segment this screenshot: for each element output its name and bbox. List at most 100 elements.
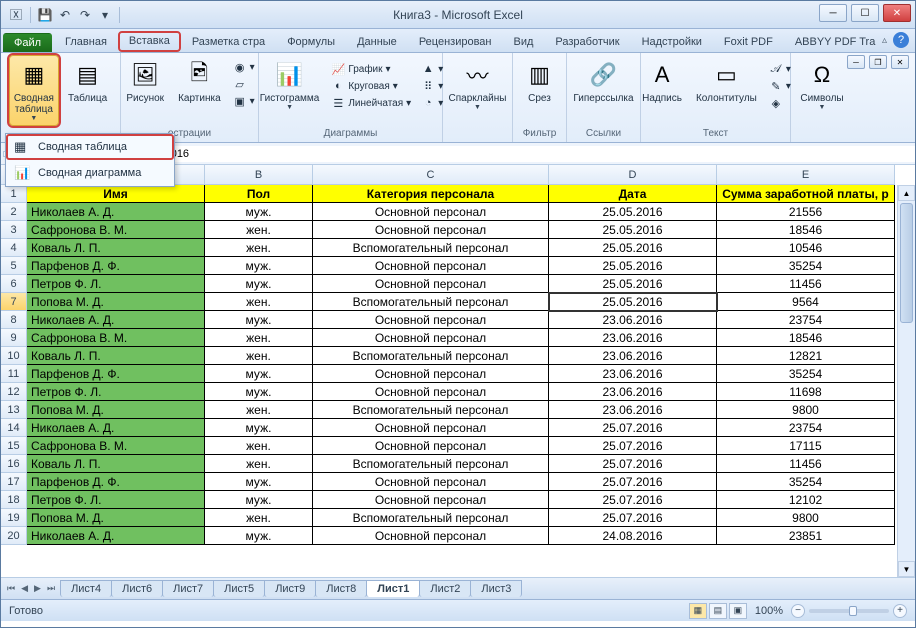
cell[interactable]: 25.05.2016	[549, 293, 717, 311]
cell[interactable]: 25.05.2016	[549, 275, 717, 293]
sheet-tab[interactable]: Лист3	[470, 580, 522, 597]
row-header[interactable]: 7	[1, 293, 27, 311]
line-chart-button[interactable]: 📈График▾	[328, 61, 414, 77]
screenshot-button[interactable]: ▣▾	[230, 93, 258, 109]
cell[interactable]: муж.	[205, 203, 313, 221]
wordart-button[interactable]: 𝒜▾	[766, 61, 794, 77]
cell[interactable]: Основной персонал	[313, 311, 549, 329]
row-header[interactable]: 1	[1, 185, 27, 203]
page-layout-view-button[interactable]: ▤	[709, 603, 727, 619]
cell[interactable]: Основной персонал	[313, 491, 549, 509]
cell[interactable]: Петров Ф. Л.	[27, 275, 205, 293]
row-header[interactable]: 3	[1, 221, 27, 239]
cell[interactable]: Основной персонал	[313, 257, 549, 275]
row-header[interactable]: 6	[1, 275, 27, 293]
help-icon[interactable]: ?	[893, 32, 909, 48]
cell[interactable]: муж.	[205, 383, 313, 401]
cell[interactable]: 23.06.2016	[549, 401, 717, 419]
cell[interactable]: 11698	[717, 383, 895, 401]
cell[interactable]: муж.	[205, 419, 313, 437]
signature-button[interactable]: ✎▾	[766, 78, 794, 94]
ribbon-tab-данные[interactable]: Данные	[346, 32, 408, 52]
cell[interactable]: Сумма заработной платы, р	[717, 185, 895, 203]
table-button[interactable]: ▤ Таблица	[63, 55, 112, 108]
header-footer-button[interactable]: ▭ Колонтитулы	[691, 55, 762, 108]
vertical-scrollbar[interactable]: ▲ ▼	[897, 185, 915, 577]
shapes-button[interactable]: ◉▾	[230, 59, 258, 75]
ribbon-tab-разметка стра[interactable]: Разметка стра	[181, 32, 276, 52]
cell[interactable]: Категория персонала	[313, 185, 549, 203]
zoom-out-button[interactable]: −	[791, 604, 805, 618]
maximize-button[interactable]: ☐	[851, 4, 879, 22]
cell[interactable]: Коваль Л. П.	[27, 239, 205, 257]
cell[interactable]: муж.	[205, 527, 313, 545]
workbook-restore-button[interactable]: ❐	[869, 55, 887, 69]
picture-button[interactable]: 🖼 Рисунок	[121, 55, 169, 108]
cell[interactable]: Парфенов Д. Ф.	[27, 473, 205, 491]
row-header[interactable]: 16	[1, 455, 27, 473]
cell[interactable]: Основной персонал	[313, 419, 549, 437]
cell[interactable]: 9800	[717, 509, 895, 527]
cell[interactable]: Николаев А. Д.	[27, 527, 205, 545]
cell[interactable]: 25.05.2016	[549, 221, 717, 239]
ribbon-tab-формулы[interactable]: Формулы	[276, 32, 346, 52]
cell[interactable]: Петров Ф. Л.	[27, 491, 205, 509]
sheet-tab[interactable]: Лист1	[366, 580, 420, 597]
row-header[interactable]: 9	[1, 329, 27, 347]
cell[interactable]: Вспомогательный персонал	[313, 347, 549, 365]
cell[interactable]: Вспомогательный персонал	[313, 239, 549, 257]
cell[interactable]: Основной персонал	[313, 203, 549, 221]
smartart-button[interactable]: ▱	[230, 76, 258, 92]
pivot-table-button[interactable]: ▦ Сводная таблица ▼	[9, 55, 59, 126]
ribbon-tab-вставка[interactable]: Вставка	[118, 31, 181, 52]
pie-chart-button[interactable]: ◐Круговая▾	[328, 78, 414, 94]
cell[interactable]: жен.	[205, 221, 313, 239]
cell[interactable]: 10546	[717, 239, 895, 257]
cell[interactable]: 35254	[717, 473, 895, 491]
textbox-button[interactable]: A Надпись	[637, 55, 687, 108]
cell[interactable]: 25.07.2016	[549, 473, 717, 491]
column-header-C[interactable]: C	[313, 165, 549, 185]
pivot-chart-menu-item[interactable]: 📊 Сводная диаграмма	[6, 160, 174, 186]
spreadsheet-grid[interactable]: ABCDE 1ИмяПолКатегория персоналаДатаСумм…	[1, 165, 915, 577]
cell[interactable]: Попова М. Д.	[27, 401, 205, 419]
cell[interactable]: муж.	[205, 473, 313, 491]
cell[interactable]: 23851	[717, 527, 895, 545]
cell[interactable]: Николаев А. Д.	[27, 419, 205, 437]
cell[interactable]: 21556	[717, 203, 895, 221]
page-break-view-button[interactable]: ▣	[729, 603, 747, 619]
bar-chart-button[interactable]: ☰Линейчатая▾	[328, 95, 414, 111]
histogram-button[interactable]: 📊 Гистограмма ▼	[255, 55, 325, 115]
cell[interactable]: Попова М. Д.	[27, 509, 205, 527]
row-header[interactable]: 11	[1, 365, 27, 383]
cell[interactable]: 11456	[717, 275, 895, 293]
qat-more-icon[interactable]: ▾	[96, 6, 114, 24]
cell[interactable]: 25.07.2016	[549, 437, 717, 455]
row-header[interactable]: 17	[1, 473, 27, 491]
ribbon-tab-рецензирован[interactable]: Рецензирован	[408, 32, 503, 52]
sheet-tab[interactable]: Лист5	[213, 580, 265, 597]
slicer-button[interactable]: ▥ Срез	[517, 55, 563, 108]
cell[interactable]: 24.08.2016	[549, 527, 717, 545]
cell[interactable]: Парфенов Д. Ф.	[27, 257, 205, 275]
cell[interactable]: Сафронова В. М.	[27, 437, 205, 455]
cell[interactable]: 9800	[717, 401, 895, 419]
ribbon-tab-вид[interactable]: Вид	[503, 32, 545, 52]
cell[interactable]: жен.	[205, 347, 313, 365]
pivot-table-menu-item[interactable]: ▦ Сводная таблица	[6, 134, 174, 160]
cell[interactable]: Николаев А. Д.	[27, 203, 205, 221]
column-header-E[interactable]: E	[717, 165, 895, 185]
ribbon-minimize-icon[interactable]: ▵	[882, 35, 887, 46]
row-header[interactable]: 5	[1, 257, 27, 275]
clipart-button[interactable]: 🖻 Картинка	[173, 55, 226, 108]
cell[interactable]: жен.	[205, 293, 313, 311]
cell[interactable]: жен.	[205, 509, 313, 527]
cell[interactable]: 35254	[717, 257, 895, 275]
cell[interactable]: 25.05.2016	[549, 239, 717, 257]
cell[interactable]: 18546	[717, 221, 895, 239]
cell[interactable]: Основной персонал	[313, 437, 549, 455]
ribbon-tab-разработчик[interactable]: Разработчик	[544, 32, 630, 52]
cell[interactable]: 23.06.2016	[549, 383, 717, 401]
column-header-D[interactable]: D	[549, 165, 717, 185]
excel-icon[interactable]: 🅇	[7, 6, 25, 24]
